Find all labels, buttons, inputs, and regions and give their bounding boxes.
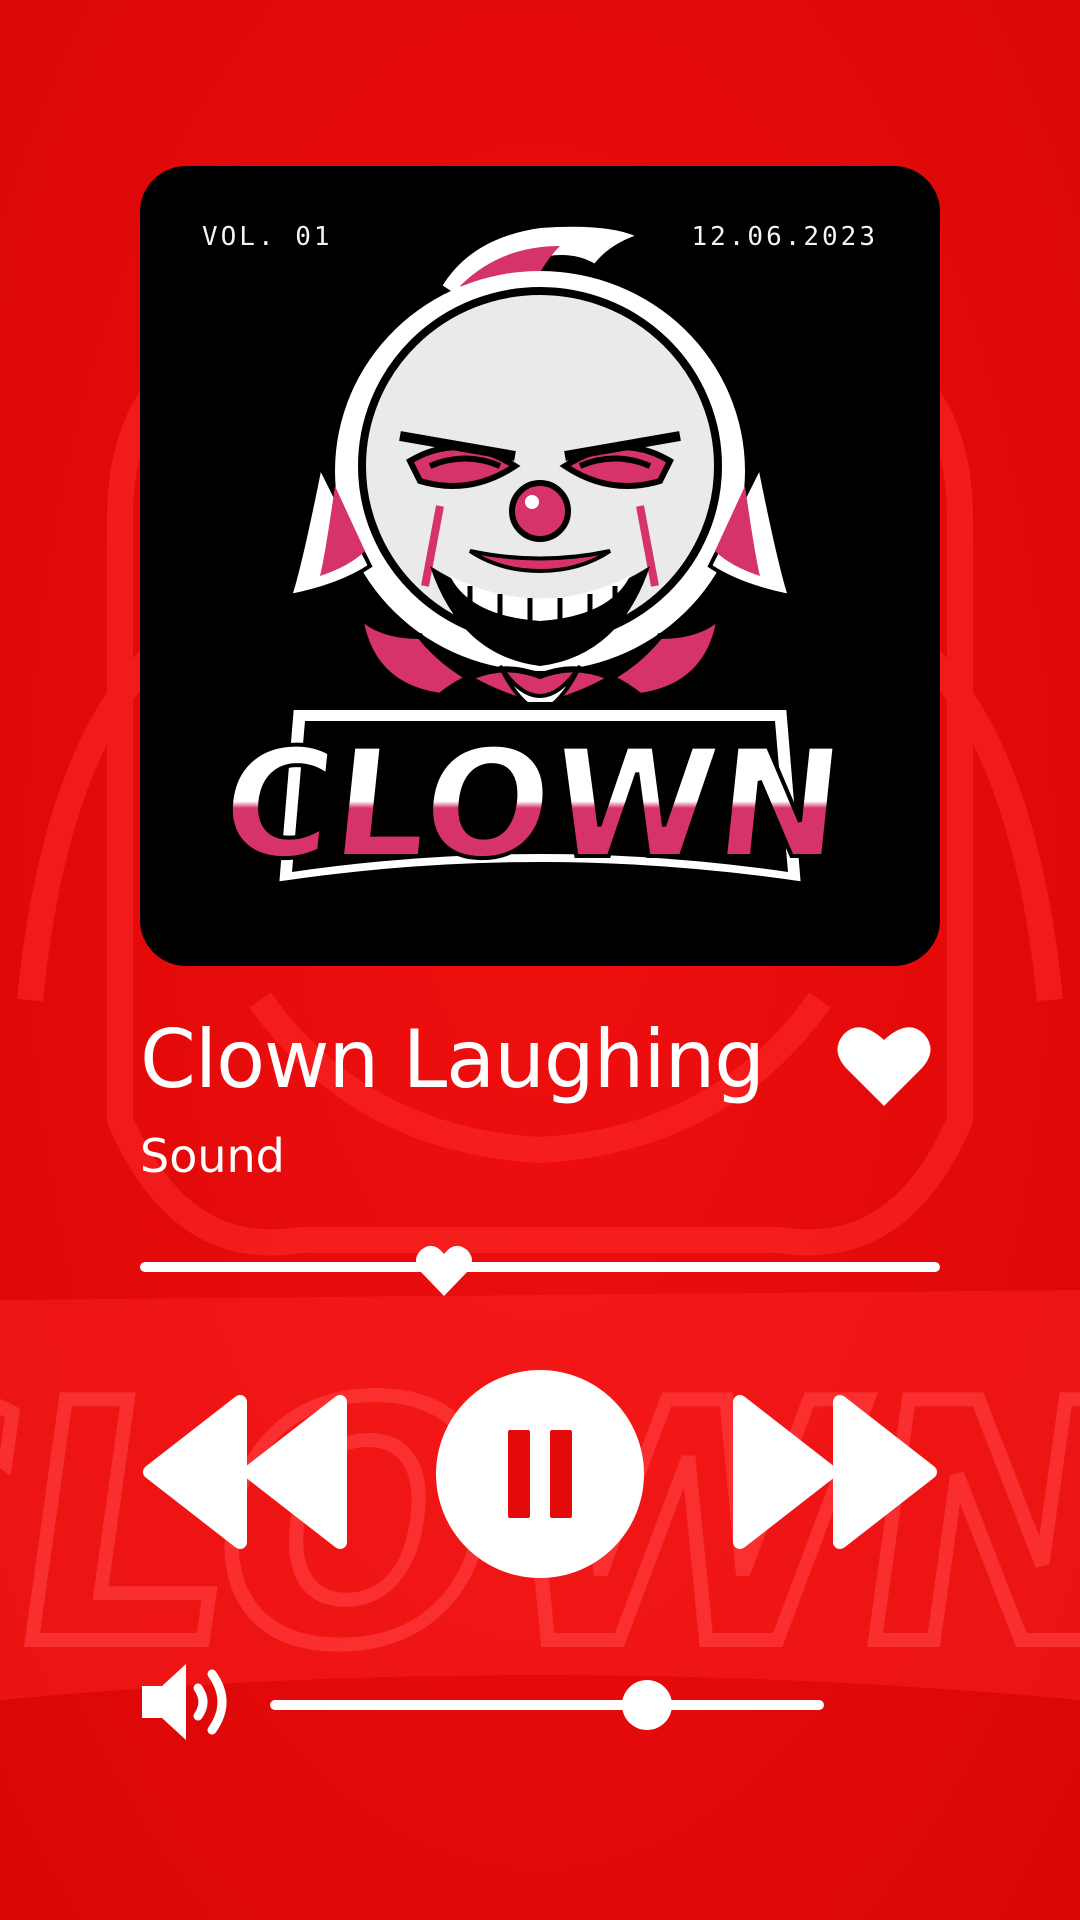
svg-text:CLOWN: CLOWN — [214, 717, 851, 892]
rewind-icon — [143, 1395, 347, 1549]
rewind-button[interactable] — [140, 1372, 350, 1572]
track-subtitle: Sound — [140, 1129, 285, 1183]
fast-forward-button[interactable] — [730, 1372, 940, 1572]
music-player-screen: CLOWN — [0, 0, 1080, 1920]
volume-slider-track[interactable] — [270, 1700, 824, 1710]
speaker-icon[interactable] — [138, 1652, 238, 1752]
album-art: VOL. 01 12.06.2023 CLOWN — [140, 166, 940, 966]
seek-thumb-heart-icon[interactable] — [415, 1242, 473, 1298]
track-title: Clown Laughing — [140, 1013, 765, 1106]
seek-bar-track[interactable] — [140, 1262, 940, 1272]
volume-slider-thumb[interactable] — [621, 1680, 672, 1730]
heart-icon — [837, 1027, 931, 1106]
like-button[interactable] — [836, 1020, 932, 1110]
fast-forward-icon — [733, 1395, 937, 1549]
volume-slider[interactable] — [270, 1680, 824, 1730]
album-logo-wordmark: CLOWN — [212, 715, 853, 894]
seek-bar[interactable] — [140, 1245, 940, 1296]
pause-button[interactable] — [436, 1370, 644, 1578]
